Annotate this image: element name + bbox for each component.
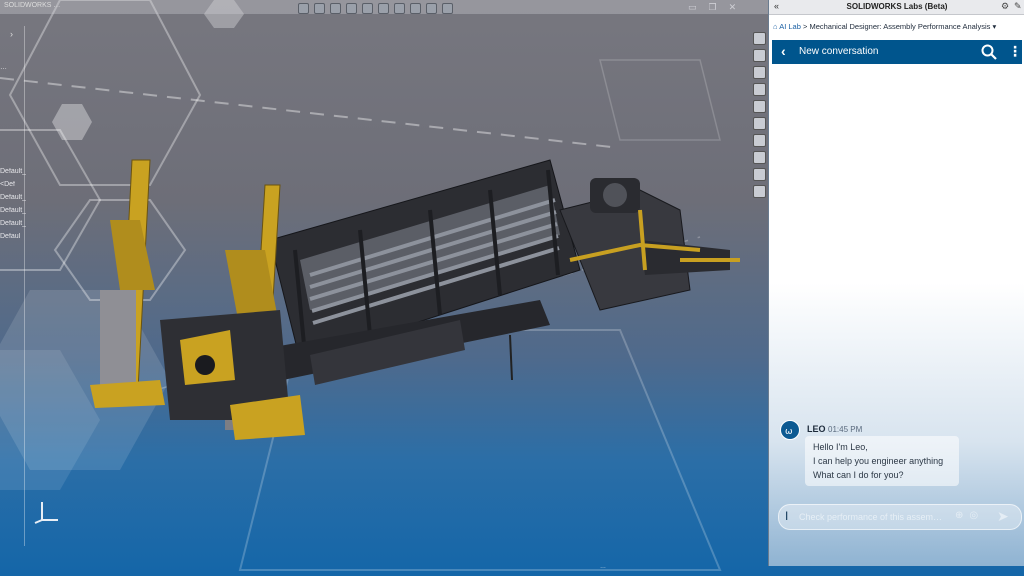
restore-icon[interactable]: ❐ <box>709 2 717 13</box>
zoom-area-icon[interactable] <box>314 3 325 14</box>
breadcrumb: ⌂ AI Lab > Mechanical Designer: Assembly… <box>773 22 996 31</box>
input-tools: ⊕ ◎ <box>955 510 978 521</box>
tree-item[interactable]: Default_ <box>0 168 26 175</box>
microphone-icon[interactable]: ◎ <box>969 510 978 521</box>
message-line: Hello I'm Leo, <box>813 442 868 452</box>
tree-item[interactable]: <Def <box>0 181 26 188</box>
tree-item[interactable]: … <box>0 64 26 71</box>
breadcrumb-current[interactable]: Mechanical Designer: Assembly Performanc… <box>809 22 990 31</box>
design-library-icon[interactable] <box>753 49 766 62</box>
view-orientation-icon[interactable] <box>362 3 373 14</box>
tree-item[interactable]: Defaul <box>0 233 26 240</box>
search-icon[interactable] <box>980 43 998 61</box>
hide-show-icon[interactable] <box>394 3 405 14</box>
zoom-fit-icon[interactable] <box>298 3 309 14</box>
breadcrumb-ai-lab[interactable]: AI Lab <box>779 22 801 31</box>
section-view-icon[interactable] <box>346 3 357 14</box>
message-line: I can help you engineer anything <box>813 456 944 466</box>
message-time: 01:45 PM <box>828 425 863 434</box>
pin-icon[interactable]: ✎ <box>1014 1 1022 12</box>
conversation-header: ‹ New conversation ⋮ <box>772 40 1022 64</box>
monitor-icon[interactable] <box>442 3 453 14</box>
display-style-icon[interactable] <box>378 3 389 14</box>
window-controls: ▭ ❐ ✕ <box>688 2 736 13</box>
chevron-down-icon[interactable]: ▾ <box>992 22 996 31</box>
solidworks-forum-icon[interactable] <box>753 134 766 147</box>
appearances-icon[interactable] <box>753 100 766 113</box>
appearance-icon[interactable] <box>410 3 421 14</box>
chevron-left-icon[interactable]: ‹ <box>781 43 786 59</box>
view-toolbar <box>298 3 453 14</box>
panel-titlebar: « SOLIDWORKS Labs (Beta) ⚙ ✎ <box>769 0 1024 15</box>
minimize-icon[interactable]: ▭ <box>688 2 697 13</box>
drilling-rig-model[interactable] <box>80 150 760 450</box>
document-title: SOLIDWORKS … <box>4 2 61 9</box>
close-icon[interactable]: ✕ <box>729 2 737 13</box>
axis-triad <box>34 502 58 524</box>
conversation-title: New conversation <box>799 46 879 57</box>
solidworks-labs-panel: « SOLIDWORKS Labs (Beta) ⚙ ✎ ⌂ AI Lab > … <box>768 0 1024 566</box>
feature-tree: … Default_ <Def Default_ Default_ Defaul… <box>0 26 26 546</box>
panel-title: SOLIDWORKS Labs (Beta) <box>846 2 948 11</box>
status-bar: … <box>600 564 606 570</box>
breadcrumb-separator: > <box>802 22 808 31</box>
view-palette-icon[interactable] <box>753 83 766 96</box>
tree-item[interactable]: Default_ <box>0 194 26 201</box>
send-icon[interactable]: ➤ <box>997 508 1009 525</box>
previous-view-icon[interactable] <box>330 3 341 14</box>
message-line: What can I do for you? <box>813 470 904 480</box>
toolbar-strip: SOLIDWORKS … ▭ ❐ ✕ <box>0 0 768 14</box>
file-explorer-icon[interactable] <box>753 66 766 79</box>
tree-item[interactable]: Default_ <box>0 220 26 227</box>
scene-icon[interactable] <box>426 3 437 14</box>
gear-icon[interactable]: ⚙ <box>1001 1 1009 12</box>
resources-icon[interactable] <box>753 32 766 45</box>
svg-text:ω: ω <box>785 427 793 437</box>
text-cursor-icon: I <box>785 509 789 523</box>
kebab-menu-icon[interactable]: ⋮ <box>1008 43 1022 59</box>
prompt-box: I ⊕ ◎ ➤ <box>778 504 1022 530</box>
sender-name: LEO <box>807 424 826 434</box>
prompt-input[interactable] <box>797 511 951 523</box>
attach-icon[interactable]: ⊕ <box>955 510 963 521</box>
custom-properties-icon[interactable] <box>753 117 766 130</box>
home-icon[interactable]: ⌂ <box>773 22 778 31</box>
leo-avatar: ω <box>780 420 800 440</box>
tree-item[interactable]: Default_ <box>0 207 26 214</box>
